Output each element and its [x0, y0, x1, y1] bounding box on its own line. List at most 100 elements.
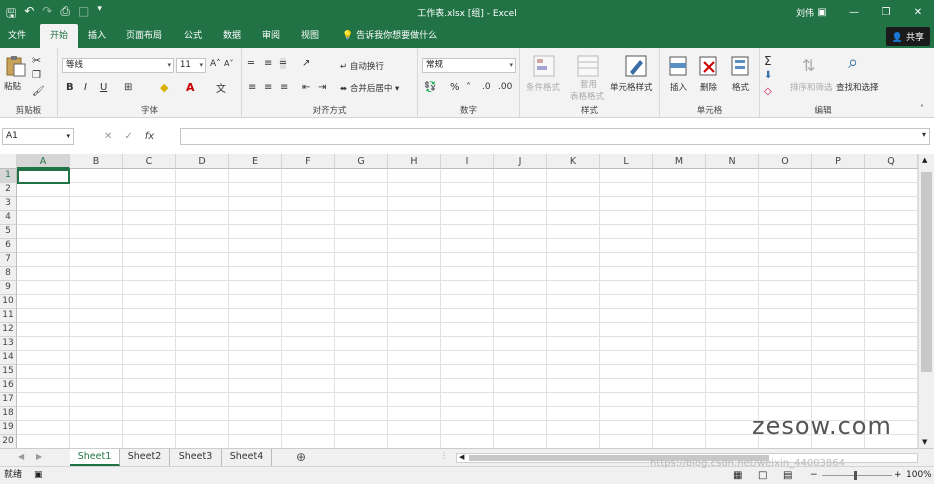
fill-icon[interactable]: ⬇ [764, 70, 772, 81]
add-sheet-icon[interactable]: ⊕ [296, 450, 306, 464]
format-cells-button[interactable]: 格式 [732, 81, 749, 93]
row-header-17[interactable]: 17 [0, 393, 17, 407]
format-painter-icon[interactable]: 🖌 [32, 86, 45, 97]
paste-label[interactable]: 粘贴 [4, 80, 21, 92]
tab-view[interactable]: 视图 [295, 24, 325, 48]
comma-style-icon[interactable]: ˄ [466, 82, 471, 93]
row-header-1[interactable]: 1 [0, 169, 17, 183]
cell-styles-button[interactable]: 单元格样式 [610, 81, 653, 93]
column-header-c[interactable]: C [123, 154, 176, 169]
normal-view-icon[interactable]: ▦ [733, 467, 742, 484]
merge-center-button[interactable]: ⬌ 合并后居中 ▾ [340, 82, 399, 94]
find-select-icon[interactable]: ⌕ [848, 52, 858, 73]
number-format-select[interactable]: 常规 ▾ [422, 58, 516, 73]
border-icon[interactable]: ⊞ [124, 82, 132, 93]
sort-filter-button[interactable]: 排序和筛选 [790, 81, 833, 93]
find-select-button[interactable]: 查找和选择 [836, 81, 879, 93]
row-header-13[interactable]: 13 [0, 337, 17, 351]
minimize-icon[interactable]: — [838, 0, 870, 24]
insert-cells-icon[interactable] [666, 54, 690, 78]
align-right-icon[interactable]: ≡ [280, 82, 288, 93]
column-header-a[interactable]: A [17, 154, 70, 169]
row-header-19[interactable]: 19 [0, 421, 17, 435]
row-header-3[interactable]: 3 [0, 197, 17, 211]
page-break-view-icon[interactable]: ▤ [783, 467, 792, 484]
row-header-8[interactable]: 8 [0, 267, 17, 281]
tab-splitter-icon[interactable]: ⋮ [440, 451, 448, 460]
increase-indent-icon[interactable]: ⇥ [318, 82, 326, 93]
decrease-font-icon[interactable]: A˅ [224, 59, 233, 68]
row-header-7[interactable]: 7 [0, 253, 17, 267]
italic-button[interactable]: I [84, 82, 87, 93]
align-middle-icon[interactable]: ≡ [264, 58, 272, 69]
row-header-11[interactable]: 11 [0, 309, 17, 323]
format-as-table-line1[interactable]: 套用 [580, 78, 597, 90]
zoom-out-icon[interactable]: − [810, 467, 818, 484]
active-cell[interactable] [17, 169, 70, 184]
clear-icon[interactable]: ◇ [764, 86, 772, 97]
tell-me-search[interactable]: 💡 告诉我你想要做什么 [336, 24, 443, 48]
delete-cells-icon[interactable] [696, 54, 720, 78]
column-header-j[interactable]: J [494, 154, 547, 169]
autosum-icon[interactable]: Σ [764, 54, 772, 68]
column-header-p[interactable]: P [812, 154, 865, 169]
row-header-18[interactable]: 18 [0, 407, 17, 421]
cut-icon[interactable]: ✂ [32, 54, 41, 67]
accounting-format-icon[interactable]: 💱 [424, 82, 436, 93]
conditional-format-button[interactable]: 条件格式 [526, 81, 560, 93]
select-all-corner[interactable] [0, 154, 17, 169]
zoom-slider-thumb[interactable] [854, 471, 857, 480]
worksheet-grid[interactable]: A B C D E F G H I J K L M N O P Q 1 2 3 4 5 6 7 8 9 10 11 12 13 14 15 16… [0, 154, 918, 449]
row-header-4[interactable]: 4 [0, 211, 17, 225]
scroll-down-icon[interactable]: ▼ [922, 438, 927, 446]
insert-cells-button[interactable]: 插入 [670, 81, 687, 93]
vertical-scrollbar[interactable]: ▲ ▼ [918, 154, 934, 448]
row-header-5[interactable]: 5 [0, 225, 17, 239]
increase-decimal-icon[interactable]: .0 [482, 82, 491, 92]
underline-button[interactable]: U [100, 82, 107, 93]
increase-font-icon[interactable]: A˄ [210, 59, 221, 69]
scroll-left-icon[interactable]: ◀ [459, 453, 464, 461]
align-top-icon[interactable]: ═ [248, 58, 254, 69]
decrease-indent-icon[interactable]: ⇤ [302, 82, 310, 93]
zoom-slider[interactable] [822, 475, 892, 476]
column-header-f[interactable]: F [282, 154, 335, 169]
wrap-text-button[interactable]: ↵ 自动换行 [340, 60, 384, 72]
tab-insert[interactable]: 插入 [82, 24, 112, 48]
sheet-tab-2[interactable]: Sheet2 [120, 449, 170, 466]
sheet-tab-3[interactable]: Sheet3 [170, 449, 222, 466]
fill-color-icon[interactable]: ◆ [160, 81, 168, 94]
font-name-select[interactable]: 等线 ▾ [62, 58, 174, 73]
row-header-10[interactable]: 10 [0, 295, 17, 309]
decrease-decimal-icon[interactable]: .00 [498, 82, 512, 92]
orientation-icon[interactable]: ↗ [302, 58, 310, 69]
bold-button[interactable]: B [66, 82, 74, 93]
tab-file[interactable]: 文件 [2, 24, 32, 48]
format-cells-icon[interactable] [728, 54, 752, 78]
paste-icon[interactable] [4, 54, 28, 78]
ribbon-display-icon[interactable]: ▣ [806, 0, 838, 24]
close-icon[interactable]: ✕ [902, 0, 934, 24]
tab-page-layout[interactable]: 页面布局 [120, 24, 168, 48]
insert-function-button[interactable]: fx [145, 131, 154, 142]
column-header-b[interactable]: B [70, 154, 123, 169]
row-header-14[interactable]: 14 [0, 351, 17, 365]
row-header-9[interactable]: 9 [0, 281, 17, 295]
page-layout-view-icon[interactable]: □ [758, 467, 767, 484]
sheet-tab-4[interactable]: Sheet4 [222, 449, 272, 466]
formula-input[interactable] [180, 128, 930, 145]
vertical-scroll-thumb[interactable] [921, 172, 932, 372]
next-sheet-icon[interactable]: ▶ [36, 452, 42, 461]
delete-cells-button[interactable]: 删除 [700, 81, 717, 93]
format-as-table-icon[interactable] [576, 54, 600, 78]
row-header-2[interactable]: 2 [0, 183, 17, 197]
macro-record-icon[interactable]: ▣ [34, 467, 43, 484]
prev-sheet-icon[interactable]: ◀ [18, 452, 24, 461]
sheet-tab-1[interactable]: Sheet1 [70, 449, 120, 466]
zoom-level[interactable]: 100% [906, 467, 932, 484]
cancel-icon[interactable]: ✕ [104, 131, 112, 142]
copy-icon[interactable]: ❐ [32, 70, 41, 81]
column-header-e[interactable]: E [229, 154, 282, 169]
share-button[interactable]: 👤 共享 [885, 27, 930, 46]
name-box[interactable]: A1 ▾ [2, 128, 74, 145]
